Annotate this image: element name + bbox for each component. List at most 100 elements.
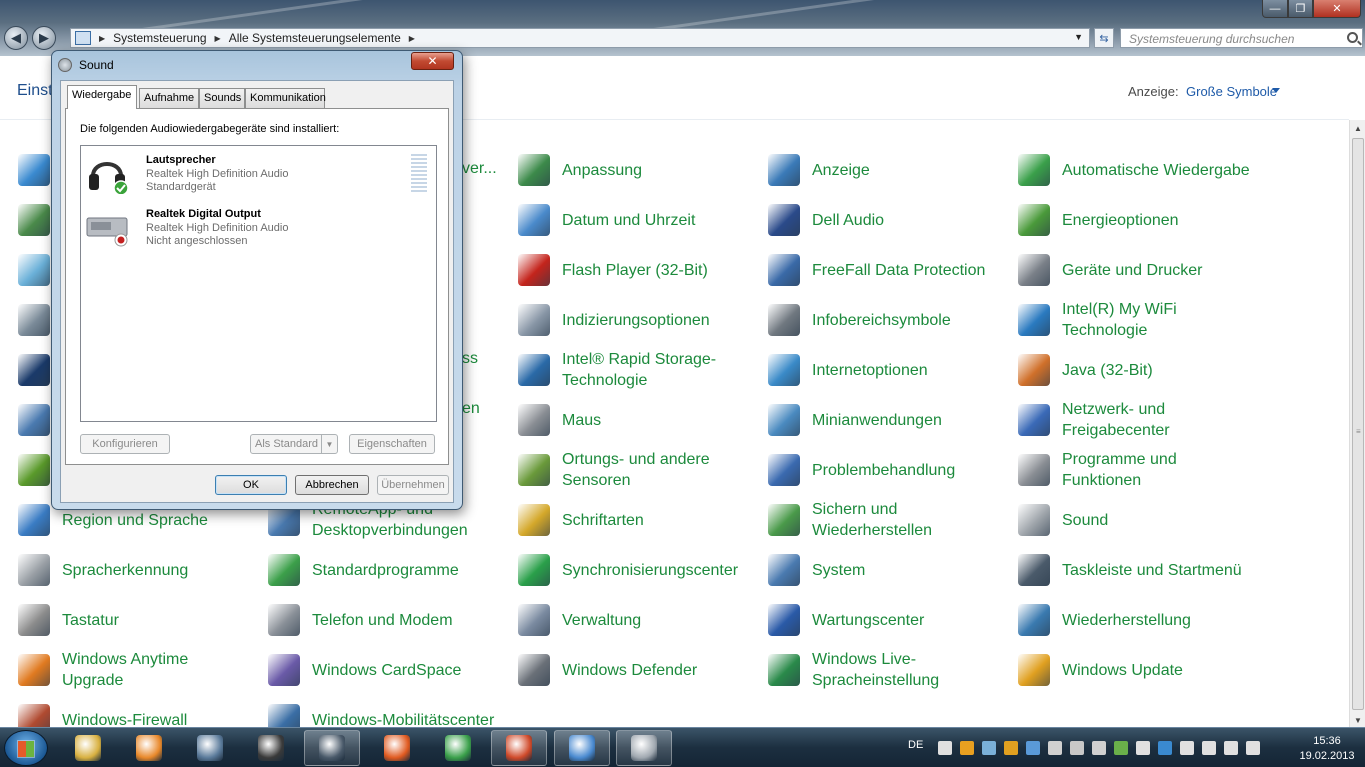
taskbar-button-chrome[interactable]	[430, 730, 486, 766]
cp-item-rapid-storage[interactable]: Intel® Rapid Storage-Technologie	[518, 348, 752, 392]
cp-item-windows-logo[interactable]: Windows Anytime Upgrade	[18, 648, 252, 692]
cp-item-flash[interactable]: Flash Player (32-Bit)	[518, 248, 752, 292]
users-icon[interactable]	[18, 204, 50, 236]
breadcrumb-systemsteuerung[interactable]: Systemsteuerung	[107, 31, 212, 45]
cp-item-sound[interactable]: Sound	[1018, 498, 1252, 542]
set-default-dropdown-icon[interactable]: ▼	[321, 435, 337, 453]
tray-icon[interactable]	[1048, 741, 1062, 755]
maximize-button[interactable]: ❐	[1288, 0, 1313, 18]
device-item-digital-output[interactable]: Realtek Digital Output Realtek High Defi…	[83, 202, 433, 254]
cp-item-indexing[interactable]: Indizierungsoptionen	[518, 298, 752, 342]
cp-item-fonts[interactable]: Schriftarten	[518, 498, 752, 542]
cp-item-power-options[interactable]: Energieoptionen	[1018, 198, 1252, 242]
taskbar-button-control-panel[interactable]	[554, 730, 610, 766]
view-mode-selector[interactable]: Große Symbole	[1186, 84, 1277, 99]
cp-item-java[interactable]: Java (32-Bit)	[1018, 348, 1252, 392]
cp-item-live-language[interactable]: Windows Live-Spracheinstellung	[768, 648, 1002, 692]
tray-icon[interactable]	[1224, 741, 1238, 755]
refresh-button[interactable]: ⇆	[1094, 28, 1114, 48]
cp-item-notification-icons[interactable]: Infobereichsymbole	[768, 298, 1002, 342]
tray-icon[interactable]	[1114, 741, 1128, 755]
hidden-item-label-partial[interactable]: ss	[462, 350, 478, 368]
cp-item-phone-modem[interactable]: Telefon und Modem	[268, 598, 502, 642]
cp-item-mouse[interactable]: Maus	[518, 398, 752, 442]
playback-device-list[interactable]: Lautsprecher Realtek High Definition Aud…	[80, 145, 437, 422]
cp-item-taskbar-startmenu[interactable]: Taskleiste und Startmenü	[1018, 548, 1252, 592]
vertical-scrollbar[interactable]: ▲ ≡ ▼	[1349, 120, 1365, 728]
ok-button[interactable]: OK	[215, 475, 287, 495]
cp-item-internet-options[interactable]: Internetoptionen	[768, 348, 1002, 392]
back-button[interactable]: ◀	[4, 26, 28, 50]
documents-icon[interactable]	[18, 254, 50, 286]
cp-item-default-programs[interactable]: Standardprogramme	[268, 548, 502, 592]
cp-item-defender[interactable]: Windows Defender	[518, 648, 752, 692]
view-dropdown-arrow-icon[interactable]	[1272, 88, 1280, 93]
tray-icon[interactable]	[938, 741, 952, 755]
cp-item-calendar-clock[interactable]: Datum und Uhrzeit	[518, 198, 752, 242]
cp-item-microphone[interactable]: Spracherkennung	[18, 548, 252, 592]
taskbar-button-webcam[interactable]	[243, 730, 299, 766]
language-indicator[interactable]: DE	[908, 739, 923, 751]
taskbar-button-chrome-alt[interactable]	[491, 730, 547, 766]
cp-item-autoplay[interactable]: Automatische Wiedergabe	[1018, 148, 1252, 192]
taskbar-button-steam[interactable]	[304, 730, 360, 766]
forward-button[interactable]: ▶	[32, 26, 56, 50]
nvidia-icon[interactable]	[18, 454, 50, 486]
device-manager-icon[interactable]	[18, 304, 50, 336]
cp-item-network-center[interactable]: Netzwerk- und Freigabecenter	[1018, 398, 1252, 442]
tray-icon[interactable]	[960, 741, 974, 755]
cp-item-keyboard[interactable]: Tastatur	[18, 598, 252, 642]
cp-item-dell-audio[interactable]: Dell Audio	[768, 198, 1002, 242]
address-bar[interactable]: ▶ Systemsteuerung ▶ Alle Systemsteuerung…	[70, 28, 1090, 48]
breadcrumb-separator-icon[interactable]: ▶	[213, 34, 223, 43]
cp-item-troubleshooting[interactable]: Problembehandlung	[768, 448, 1002, 492]
cp-item-wifi-tech[interactable]: Intel(R) My WiFi Technologie	[1018, 298, 1252, 342]
hidden-item-label-partial[interactable]: ver...	[462, 160, 497, 178]
tray-icon[interactable]	[1026, 741, 1040, 755]
taskbar-button-media-player[interactable]	[121, 730, 177, 766]
cp-item-personalization[interactable]: Anpassung	[518, 148, 752, 192]
cp-item-admin-tools[interactable]: Verwaltung	[518, 598, 752, 642]
cp-item-display[interactable]: Anzeige	[768, 148, 1002, 192]
tray-icon[interactable]	[1136, 741, 1150, 755]
properties-button[interactable]: Eigenschaften	[349, 434, 435, 454]
breadcrumb-all-items[interactable]: Alle Systemsteuerungselemente	[223, 31, 407, 45]
start-button[interactable]	[4, 730, 48, 766]
dialog-close-button[interactable]: ✕	[411, 52, 454, 70]
cp-item-system[interactable]: System	[768, 548, 1002, 592]
configure-button[interactable]: Konfigurieren	[80, 434, 170, 454]
tab-sounds[interactable]: Sounds	[199, 88, 245, 108]
clock-time[interactable]: 15:36	[1298, 735, 1356, 747]
cp-item-backup[interactable]: Sichern und Wiederherstellen	[768, 498, 1002, 542]
tray-icon[interactable]	[982, 741, 996, 755]
cancel-button[interactable]: Abbrechen	[295, 475, 369, 495]
tab-aufnahme[interactable]: Aufnahme	[139, 88, 199, 108]
hidden-item-label-partial[interactable]: en	[462, 400, 480, 418]
parental-controls-icon[interactable]	[18, 404, 50, 436]
breadcrumb-separator-icon[interactable]: ▶	[97, 34, 107, 43]
scroll-down-arrow-icon[interactable]: ▼	[1350, 712, 1365, 728]
display-settings-icon[interactable]	[18, 354, 50, 386]
tray-icon[interactable]	[1092, 741, 1106, 755]
device-item-speakers[interactable]: Lautsprecher Realtek High Definition Aud…	[83, 148, 433, 200]
tab-kommunikation[interactable]: Kommunikation	[245, 88, 326, 108]
cp-item-devices-printers[interactable]: Geräte und Drucker	[1018, 248, 1252, 292]
tray-icon[interactable]	[1004, 741, 1018, 755]
tray-icon[interactable]	[1180, 741, 1194, 755]
tray-icon[interactable]	[1070, 741, 1084, 755]
close-window-button[interactable]: ✕	[1313, 0, 1361, 18]
clock-date[interactable]: 19.02.2013	[1298, 750, 1356, 762]
set-default-button[interactable]: Als Standard ▼	[250, 434, 338, 454]
cp-item-sync-center[interactable]: Synchronisierungscenter	[518, 548, 752, 592]
cp-item-recovery[interactable]: Wiederherstellung	[1018, 598, 1252, 642]
cp-item-windows-update[interactable]: Windows Update	[1018, 648, 1252, 692]
taskbar-button-sound-app[interactable]	[616, 730, 672, 766]
search-icon[interactable]	[1347, 32, 1358, 43]
tray-icon[interactable]	[1158, 741, 1172, 755]
cp-item-sensors[interactable]: Ortungs- und andere Sensoren	[518, 448, 752, 492]
cp-item-cardspace[interactable]: Windows CardSpace	[268, 648, 502, 692]
taskbar-button-computer[interactable]	[182, 730, 238, 766]
cp-item-freefall[interactable]: FreeFall Data Protection	[768, 248, 1002, 292]
search-input[interactable]: Systemsteuerung durchsuchen	[1120, 28, 1363, 48]
scroll-up-arrow-icon[interactable]: ▲	[1350, 120, 1365, 136]
